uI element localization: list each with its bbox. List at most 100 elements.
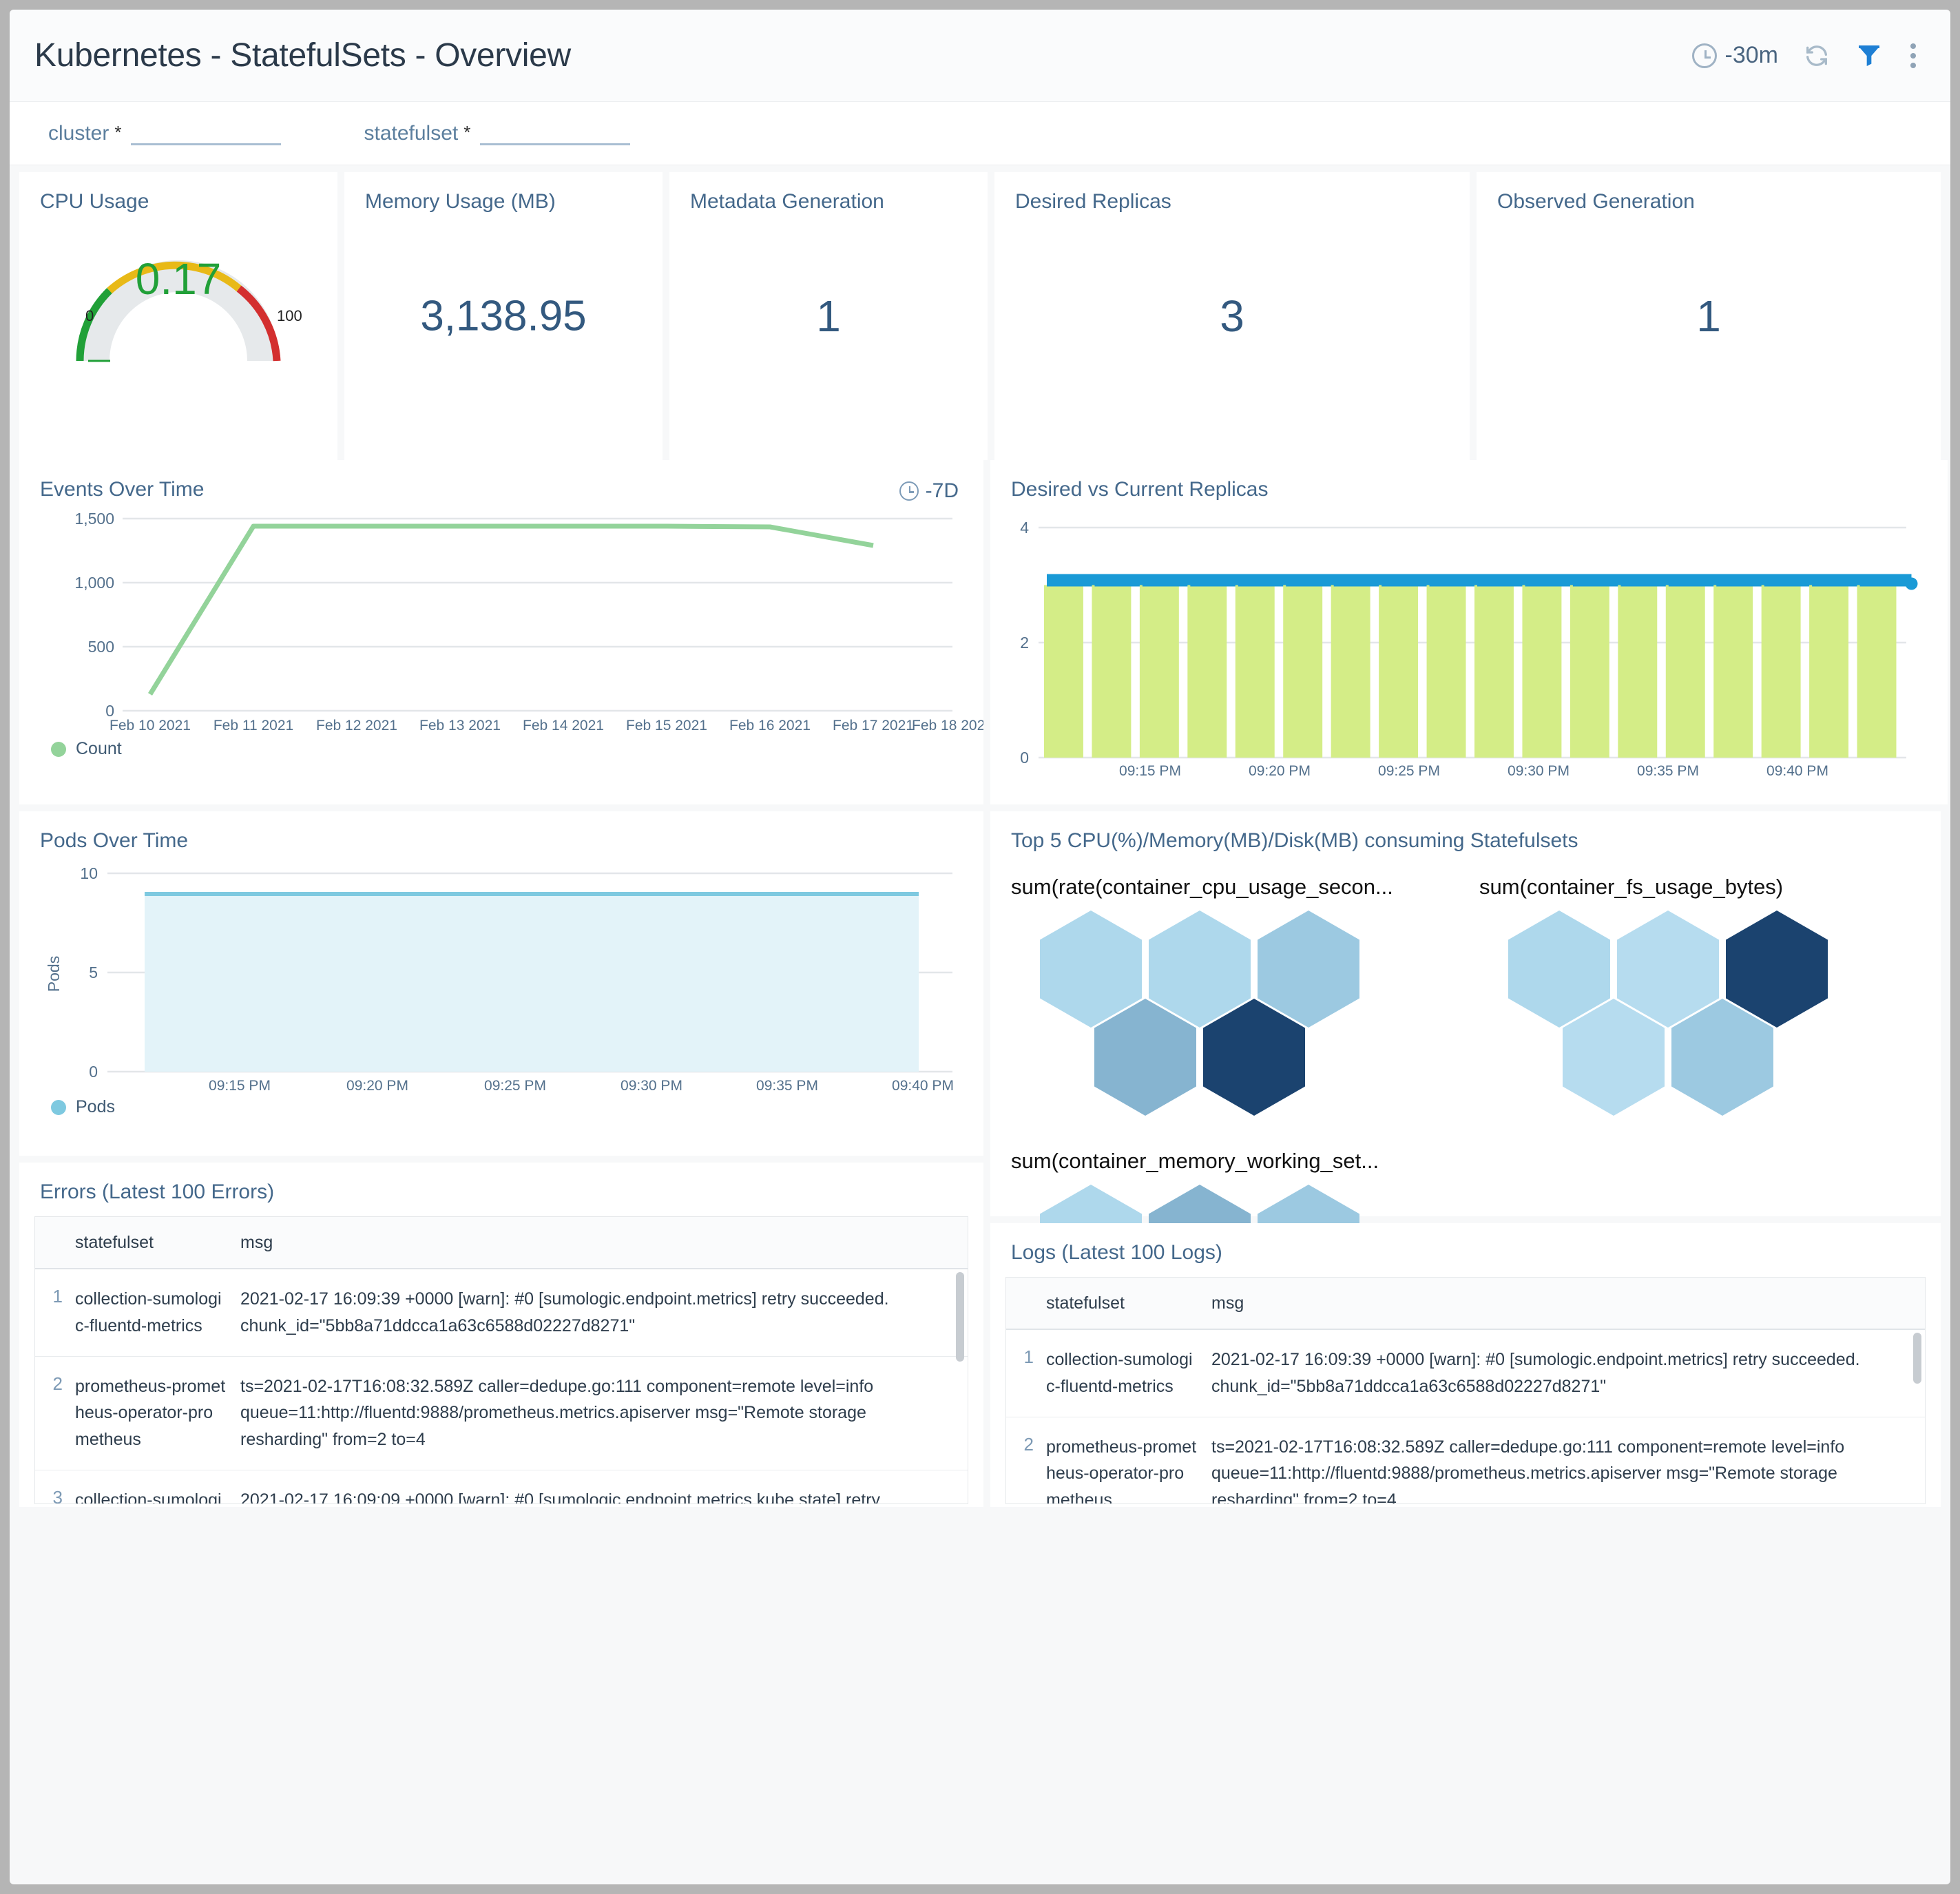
errors-table-header: statefulset msg: [35, 1217, 968, 1269]
table-row[interactable]: 1 collection-sumologic-fluentd-metrics 202…: [1006, 1330, 1925, 1417]
marker-desired-replicas[interactable]: [1382, 574, 1434, 587]
bar-current-replicas[interactable]: [1665, 585, 1705, 758]
cell-statefulset: collection-sumologic-fluentd-metrics: [75, 1490, 222, 1504]
bar-current-replicas[interactable]: [1570, 585, 1609, 758]
filter-icon[interactable]: [1855, 42, 1883, 70]
filter-statefulset-input[interactable]: [480, 121, 631, 145]
marker-desired-replicas[interactable]: [1859, 574, 1912, 587]
filter-cluster-input[interactable]: [131, 121, 282, 145]
panel-metadata-generation[interactable]: Metadata Generation 1: [669, 172, 988, 460]
svg-text:09:35 PM: 09:35 PM: [1637, 763, 1699, 777]
marker-desired-replicas[interactable]: [1477, 574, 1529, 587]
row-index: 2: [52, 1373, 63, 1394]
errors-table-scrollbar[interactable]: [956, 1272, 964, 1362]
bar-current-replicas[interactable]: [1618, 585, 1658, 758]
logs-table[interactable]: statefulset msg 1 collection-sumologic-fl…: [1005, 1277, 1926, 1504]
panel-top5[interactable]: Top 5 CPU(%)/Memory(MB)/Disk(MB) consumi…: [990, 811, 1941, 1390]
metadata-generation-value: 1: [816, 291, 841, 341]
point-desired-replicas[interactable]: [1905, 577, 1918, 590]
logs-col-statefulset: statefulset: [1046, 1293, 1125, 1313]
clock-icon: [1691, 43, 1717, 68]
cell-statefulset: prometheus-prometheus-operator-prometheu…: [1046, 1437, 1197, 1504]
marker-desired-replicas[interactable]: [1047, 574, 1098, 587]
bar-current-replicas[interactable]: [1235, 585, 1275, 758]
marker-desired-replicas[interactable]: [1572, 574, 1625, 587]
bar-current-replicas[interactable]: [1761, 585, 1801, 758]
table-row[interactable]: 2 prometheus-prometheus-operator-promethe…: [35, 1357, 968, 1470]
panel-logs[interactable]: Logs (Latest 100 Logs) statefulset msg 1…: [990, 1223, 1941, 1507]
bar-current-replicas[interactable]: [1809, 585, 1849, 758]
filter-cluster-required: *: [114, 121, 122, 143]
marker-desired-replicas[interactable]: [1620, 574, 1673, 587]
honeycomb-group-disk: sum(container_fs_usage_bytes): [1472, 875, 1948, 1172]
kebab-menu-icon[interactable]: [1908, 41, 1919, 71]
events-time-range[interactable]: -7D: [899, 479, 959, 503]
filter-statefulset-label: statefulset: [364, 121, 459, 145]
bar-current-replicas[interactable]: [1139, 585, 1179, 758]
bar-current-replicas[interactable]: [1283, 585, 1323, 758]
marker-desired-replicas[interactable]: [1142, 574, 1194, 587]
bar-current-replicas[interactable]: [1713, 585, 1753, 758]
panel-memory-usage[interactable]: Memory Usage (MB) 3,138.95: [344, 172, 663, 460]
errors-col-msg: msg: [240, 1232, 273, 1252]
bar-current-replicas[interactable]: [1187, 585, 1227, 758]
table-row[interactable]: 2 prometheus-prometheus-operator-promethe…: [1006, 1417, 1925, 1504]
bar-current-replicas[interactable]: [1426, 585, 1466, 758]
svg-text:5: 5: [89, 964, 98, 981]
panel-cpu-usage-title: CPU Usage: [40, 190, 149, 213]
svg-text:09:30 PM: 09:30 PM: [621, 1078, 682, 1094]
bar-current-replicas[interactable]: [1331, 585, 1370, 758]
observed-generation-value: 1: [1696, 291, 1721, 341]
panel-desired-replicas[interactable]: Desired Replicas 3: [994, 172, 1470, 460]
panel-pods-over-time[interactable]: Pods Over Time 10 5 0 Pods 09:15 PM 09:2…: [19, 811, 983, 1156]
table-row[interactable]: 3 collection-sumologic-fluentd-metrics 202…: [35, 1470, 968, 1504]
marker-desired-replicas[interactable]: [1525, 574, 1577, 587]
logs-table-scrollbar[interactable]: [1913, 1333, 1921, 1384]
svg-text:Pods: Pods: [45, 956, 63, 992]
page-title: Kubernetes - StatefulSets - Overview: [34, 37, 571, 74]
marker-desired-replicas[interactable]: [1190, 574, 1242, 587]
marker-desired-replicas[interactable]: [1668, 574, 1720, 587]
marker-desired-replicas[interactable]: [1094, 574, 1147, 587]
bar-current-replicas[interactable]: [1044, 585, 1083, 758]
events-legend: Count: [19, 739, 983, 759]
svg-text:09:40 PM: 09:40 PM: [892, 1078, 954, 1094]
svg-text:0: 0: [1020, 749, 1029, 767]
cell-msg: ts=2021-02-17T16:08:32.589Z caller=dedup…: [1211, 1437, 1845, 1504]
marker-desired-replicas[interactable]: [1429, 574, 1481, 587]
marker-desired-replicas[interactable]: [1286, 574, 1338, 587]
marker-desired-replicas[interactable]: [1716, 574, 1769, 587]
bar-current-replicas[interactable]: [1857, 585, 1897, 758]
marker-desired-replicas[interactable]: [1812, 574, 1864, 587]
bar-current-replicas[interactable]: [1522, 585, 1562, 758]
cell-msg: ts=2021-02-17T16:08:32.589Z caller=dedup…: [240, 1376, 874, 1450]
refresh-icon[interactable]: [1803, 42, 1831, 70]
panel-desired-vs-current-replicas-title: Desired vs Current Replicas: [1011, 478, 1269, 501]
panel-errors[interactable]: Errors (Latest 100 Errors) statefulset m…: [19, 1163, 983, 1507]
kpi-row: CPU Usage 0.17 0 100 Memory Usage (MB) 3…: [19, 172, 1941, 460]
dashboard-header: Kubernetes - StatefulSets - Overview -30…: [10, 10, 1950, 102]
panel-observed-generation[interactable]: Observed Generation 1: [1477, 172, 1941, 460]
errors-table[interactable]: statefulset msg 1 collection-sumologic-fl…: [34, 1216, 968, 1504]
svg-text:Feb 10 2021: Feb 10 2021: [110, 718, 191, 733]
panel-desired-replicas-title: Desired Replicas: [1015, 190, 1171, 213]
panel-desired-vs-current-replicas[interactable]: Desired vs Current Replicas 4 2 0 09:15 …: [990, 460, 1948, 804]
svg-text:09:30 PM: 09:30 PM: [1508, 763, 1570, 777]
svg-text:Feb 12 2021: Feb 12 2021: [316, 718, 397, 733]
time-range-picker[interactable]: -30m: [1691, 42, 1778, 69]
svg-text:09:20 PM: 09:20 PM: [346, 1078, 408, 1094]
svg-text:Feb 18 2021: Feb 18 2021: [912, 718, 983, 733]
marker-desired-replicas[interactable]: [1333, 574, 1386, 587]
panel-cpu-usage[interactable]: CPU Usage 0.17 0 100: [19, 172, 337, 460]
bar-current-replicas[interactable]: [1379, 585, 1419, 758]
panel-events-over-time[interactable]: Events Over Time -7D 1,500 1,000 500 0 F…: [19, 460, 993, 804]
bar-current-replicas[interactable]: [1092, 585, 1132, 758]
bar-current-replicas[interactable]: [1474, 585, 1514, 758]
charts-row-2: Pods Over Time 10 5 0 Pods 09:15 PM 09:2…: [19, 811, 1941, 1507]
svg-text:1,000: 1,000: [74, 574, 114, 592]
logs-col-msg: msg: [1211, 1293, 1244, 1313]
marker-desired-replicas[interactable]: [1238, 574, 1290, 587]
marker-desired-replicas[interactable]: [1764, 574, 1816, 587]
honeycomb-cpu-label: sum(rate(container_cpu_usage_secon...: [1011, 875, 1393, 899]
table-row[interactable]: 1 collection-sumologic-fluentd-metrics 202…: [35, 1269, 968, 1357]
